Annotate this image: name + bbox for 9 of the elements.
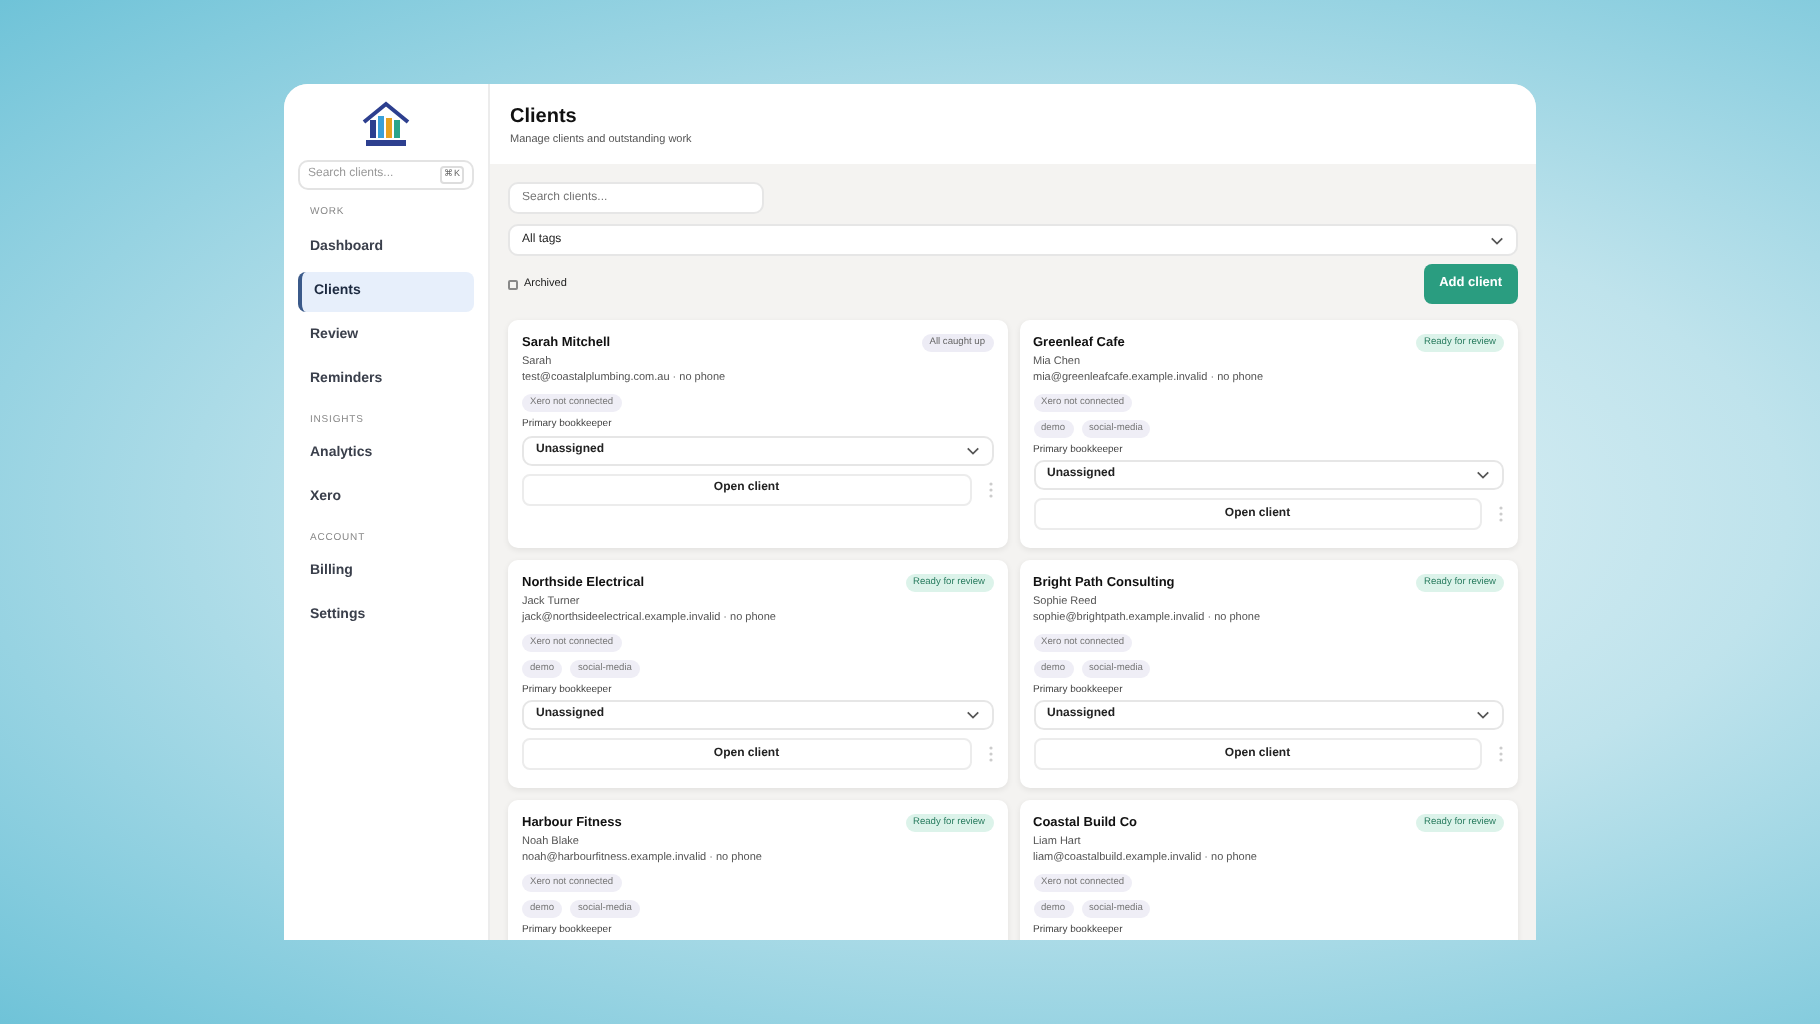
page-title: Clients <box>510 104 579 132</box>
more-options-icon[interactable] <box>987 481 993 497</box>
chevron-icon <box>1490 235 1504 246</box>
chevron-icon <box>965 710 979 721</box>
chevron-icon <box>1476 470 1490 481</box>
chevron-icon <box>1476 710 1490 721</box>
archived-checkbox[interactable] <box>508 279 518 290</box>
logo-icon <box>360 100 412 148</box>
chevron-icon <box>965 445 979 455</box>
